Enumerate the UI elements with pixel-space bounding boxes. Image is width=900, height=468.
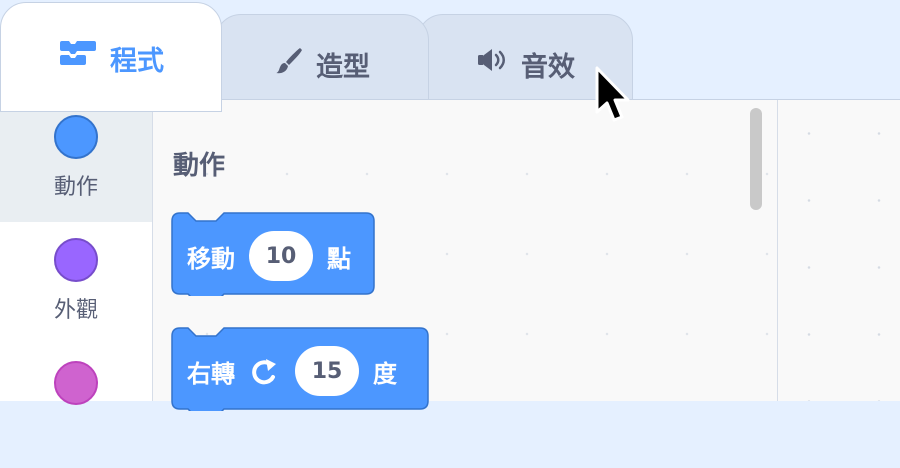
looks-category-dot xyxy=(54,238,98,282)
mouse-cursor-icon xyxy=(594,66,634,132)
category-motion[interactable]: 動作 xyxy=(0,100,152,222)
palette-section-title: 動作 xyxy=(173,151,226,181)
turn-right-block[interactable]: 右轉 15 度 xyxy=(171,327,429,411)
palette-scrollbar[interactable] xyxy=(750,108,762,210)
category-looks-label: 外觀 xyxy=(53,298,98,323)
turn-right-block-label: 右轉 xyxy=(187,359,235,388)
category-motion-label: 動作 xyxy=(53,175,98,200)
block-palette: 動作 移動 10 點 右轉 15 度 xyxy=(153,100,778,411)
tab-costumes-label: 造型 xyxy=(316,52,370,83)
move-steps-block[interactable]: 移動 10 點 xyxy=(171,212,375,296)
category-looks[interactable]: 外觀 xyxy=(0,223,152,345)
paintbrush-icon xyxy=(274,45,304,75)
category-sound[interactable] xyxy=(0,346,152,468)
editor-main: 動作 外觀 動作 移動 10 點 右轉 15 度 xyxy=(0,99,900,411)
turn-degrees-input[interactable]: 15 xyxy=(295,346,359,396)
speaker-icon xyxy=(475,45,509,75)
tab-sounds-label: 音效 xyxy=(521,52,575,83)
code-blocks-icon xyxy=(58,39,98,67)
category-menu: 動作 外觀 xyxy=(0,100,153,405)
turn-right-block-unit: 度 xyxy=(373,359,397,388)
rotate-clockwise-icon xyxy=(249,356,281,386)
script-workspace[interactable] xyxy=(778,100,900,401)
motion-category-dot xyxy=(54,115,98,159)
sound-category-dot xyxy=(54,361,98,405)
tab-code[interactable]: 程式 xyxy=(0,2,222,112)
move-steps-input[interactable]: 10 xyxy=(249,231,313,281)
tab-code-label: 程式 xyxy=(110,46,164,77)
move-block-label: 移動 xyxy=(187,244,235,273)
move-block-unit: 點 xyxy=(327,244,351,273)
